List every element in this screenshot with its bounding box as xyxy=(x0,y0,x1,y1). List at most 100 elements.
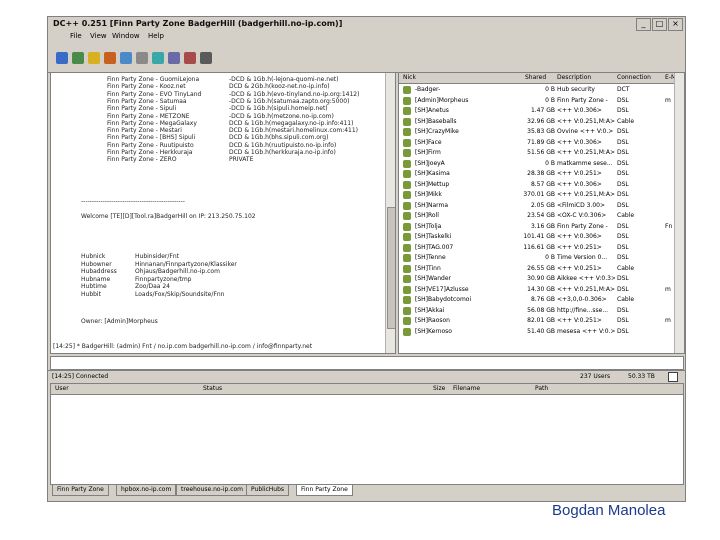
user-icon xyxy=(403,180,411,189)
col-shared[interactable]: Shared xyxy=(525,74,546,81)
user-row[interactable]: [Admin]Morpheus 0 B Finn Party Zone - DSL m xyxy=(399,96,684,106)
user-row[interactable]: [SH]Narma 2.05 GB <FilmiCD 3.00> DSL xyxy=(399,201,684,211)
user-conn: DSL xyxy=(617,149,629,156)
user-conn: DSL xyxy=(617,180,629,188)
title-bar: DC++ 0.251 [Finn Party Zone BadgerHill (… xyxy=(48,17,685,31)
filter-checkbox[interactable] xyxy=(668,372,678,382)
user-row[interactable]: [SH]Kernoso 51.40 GB mesesa <++ V:0.> DSL xyxy=(399,327,684,337)
user-conn: DSL xyxy=(617,317,629,324)
tab-finn-party-zone[interactable]: Finn Party Zone xyxy=(52,485,109,496)
search-icon[interactable] xyxy=(152,52,164,64)
user-row[interactable]: [SH]Mikk 370.01 GB <++ V:0.251,M:A> DSL xyxy=(399,190,684,200)
status-bar: [14:25] Connected 237 Users 50.33 TB xyxy=(48,370,685,383)
user-icon xyxy=(403,285,411,294)
user-row[interactable]: [SH]JoeyA 0 Bmatkamme sese... DSL xyxy=(399,159,684,169)
col-size[interactable]: Size xyxy=(433,385,445,392)
tab-treehouse[interactable]: treehouse.no-ip.com xyxy=(176,485,249,496)
col-description[interactable]: Description xyxy=(557,74,591,81)
finished-icon[interactable] xyxy=(136,52,148,64)
user-conn: DSL xyxy=(617,275,629,282)
user-row[interactable]: [SH]Face 71.89 GB <++ V:0.306> DSL xyxy=(399,138,684,148)
menu-file[interactable]: File xyxy=(70,32,82,40)
col-connection[interactable]: Connection xyxy=(617,74,651,81)
user-nick: [SH]Roll xyxy=(415,212,439,219)
col-user[interactable]: User xyxy=(55,385,69,392)
menu-view[interactable]: View xyxy=(90,32,107,40)
user-desc: Aikkee <++ V:0.3> xyxy=(557,275,615,282)
user-row[interactable]: [SH]Akkai 56.08 GB http://fine...sse... DSL xyxy=(399,306,684,316)
hub-entry-desc: PRIVATE xyxy=(229,156,254,164)
user-row[interactable]: -Badger- 0 B Hub security DCT xyxy=(399,85,684,95)
users-icon[interactable] xyxy=(104,52,116,64)
user-shared: 1.47 GB xyxy=(530,107,555,114)
user-row[interactable]: [SH]Tinn 26.55 GB <++ V:0.251> Cable xyxy=(399,264,684,274)
settings-icon[interactable] xyxy=(200,52,212,64)
favorites-icon[interactable] xyxy=(88,52,100,64)
chat-welcome: Welcome [TE][D][Tool.ra]BadgerHill on IP… xyxy=(81,213,256,220)
user-nick: [SH]Firm xyxy=(415,149,441,156)
user-row[interactable]: [SH]Tenne 0 B Time Version 0... DSL xyxy=(399,253,684,263)
user-shared: 8.57 GB xyxy=(530,180,555,188)
user-row[interactable]: [SH]Tolja 3.16 GB Finn Party Zone - DSL Fn xyxy=(399,222,684,232)
user-row[interactable]: [SH]Mettup 8.57 GB <++ V:0.306> DSL xyxy=(399,180,684,190)
user-icon xyxy=(403,296,411,304)
message-input[interactable] xyxy=(50,356,684,370)
user-shared: 370.01 GB xyxy=(523,191,555,198)
queue-icon[interactable] xyxy=(120,52,132,64)
user-shared: 28.38 GB xyxy=(527,170,555,177)
col-nick[interactable]: Nick xyxy=(403,74,416,81)
adl-search-icon[interactable] xyxy=(168,52,180,64)
close-button[interactable]: × xyxy=(668,18,683,31)
user-row[interactable]: [SH]CrazyMike 35.83 GB Ovvine <++ V:0.> DSL xyxy=(399,127,684,137)
user-row[interactable]: [SH]Taskelki 101.41 GB <++ V:0.306> DSL xyxy=(399,232,684,242)
menu-help[interactable]: Help xyxy=(148,32,164,40)
tab-finn-party-zone-active[interactable]: Finn Party Zone xyxy=(296,485,353,496)
user-row[interactable]: [SH]Baseballs 32.96 GB <++ V:0.251,M:A> Cab… xyxy=(399,117,684,127)
user-desc: <++ V:0.306> xyxy=(557,138,602,146)
chat-scrollbar[interactable] xyxy=(385,73,395,353)
user-row[interactable]: [SH]Wander 30.90 GB Aikkee <++ V:0.3> DSL xyxy=(399,274,684,284)
hub-entry-name: Finn Party Zone - ZERO xyxy=(107,156,177,164)
user-row[interactable]: [SH]TAG.007 116.61 GB <++ V:0.251> DSL xyxy=(399,243,684,253)
tab-public-hubs[interactable]: PublicHubs xyxy=(246,485,290,496)
user-nick: [SH]Baseballs xyxy=(415,117,457,125)
user-row[interactable]: [SH]Raoson 82.01 GB <++ V:0.251> DSL m xyxy=(399,316,684,326)
tab-hpbox[interactable]: hpbox.no-ip.com xyxy=(116,485,177,496)
user-row[interactable]: [SH]Firm 51.56 GB <++ V:0.251,M:A> DSL xyxy=(399,148,684,158)
user-nick: [SH]CrazyMike xyxy=(415,128,459,135)
user-conn: DSL xyxy=(617,243,629,251)
user-row[interactable]: [SH]Roll 23.54 GB <OX-C V:0.306> Cable xyxy=(399,211,684,221)
user-list-header: Nick Shared Description Connection E-M xyxy=(399,73,684,84)
user-row[interactable]: [SH]Anetus 1.47 GB <++ V:0.306> DSL xyxy=(399,106,684,116)
user-row[interactable]: [SH]Babydotcomoi 8.76 GB <+3,0,0-0.306> Cab… xyxy=(399,295,684,305)
share-size: 50.33 TB xyxy=(628,373,655,380)
menu-window[interactable]: Window xyxy=(112,32,140,40)
reconnect-icon[interactable] xyxy=(72,52,84,64)
col-filename[interactable]: Filename xyxy=(453,385,480,392)
user-shared: 0 B xyxy=(545,159,555,167)
user-row[interactable]: [SH]Kasima 28.38 GB <++ V:0.251> DSL xyxy=(399,169,684,179)
user-list-scrollbar[interactable] xyxy=(674,73,684,353)
user-icon xyxy=(403,327,411,336)
user-nick: [SH]VE17]Azlusse xyxy=(415,285,469,293)
user-nick: [SH]TAG.007 xyxy=(415,243,454,251)
connect-icon[interactable] xyxy=(56,52,68,64)
dc-window: DC++ 0.251 [Finn Party Zone BadgerHill (… xyxy=(47,16,686,502)
chat-owner: Owner: [Admin]Morpheus xyxy=(81,318,158,325)
col-status[interactable]: Status xyxy=(203,385,222,392)
user-icon xyxy=(403,212,411,220)
user-row[interactable]: [SH]VE17]Azlusse 14.30 GB <++ V:0.251,M:A>… xyxy=(399,285,684,295)
user-conn: DSL xyxy=(617,233,629,240)
user-desc: <++ V:0.251,M:A> xyxy=(557,117,615,125)
col-path[interactable]: Path xyxy=(535,385,548,392)
user-icon xyxy=(403,243,411,252)
user-icon xyxy=(403,117,411,126)
user-icon xyxy=(403,170,411,178)
user-desc: <++ V:0.251> xyxy=(557,170,602,177)
user-nick: [SH]Mikk xyxy=(415,191,442,198)
maximize-button[interactable]: □ xyxy=(652,18,667,31)
user-shared: 71.89 GB xyxy=(527,138,555,146)
notepad-icon[interactable] xyxy=(184,52,196,64)
transfer-header: User Status Size Filename Path xyxy=(51,384,683,395)
minimize-button[interactable]: _ xyxy=(636,18,651,31)
